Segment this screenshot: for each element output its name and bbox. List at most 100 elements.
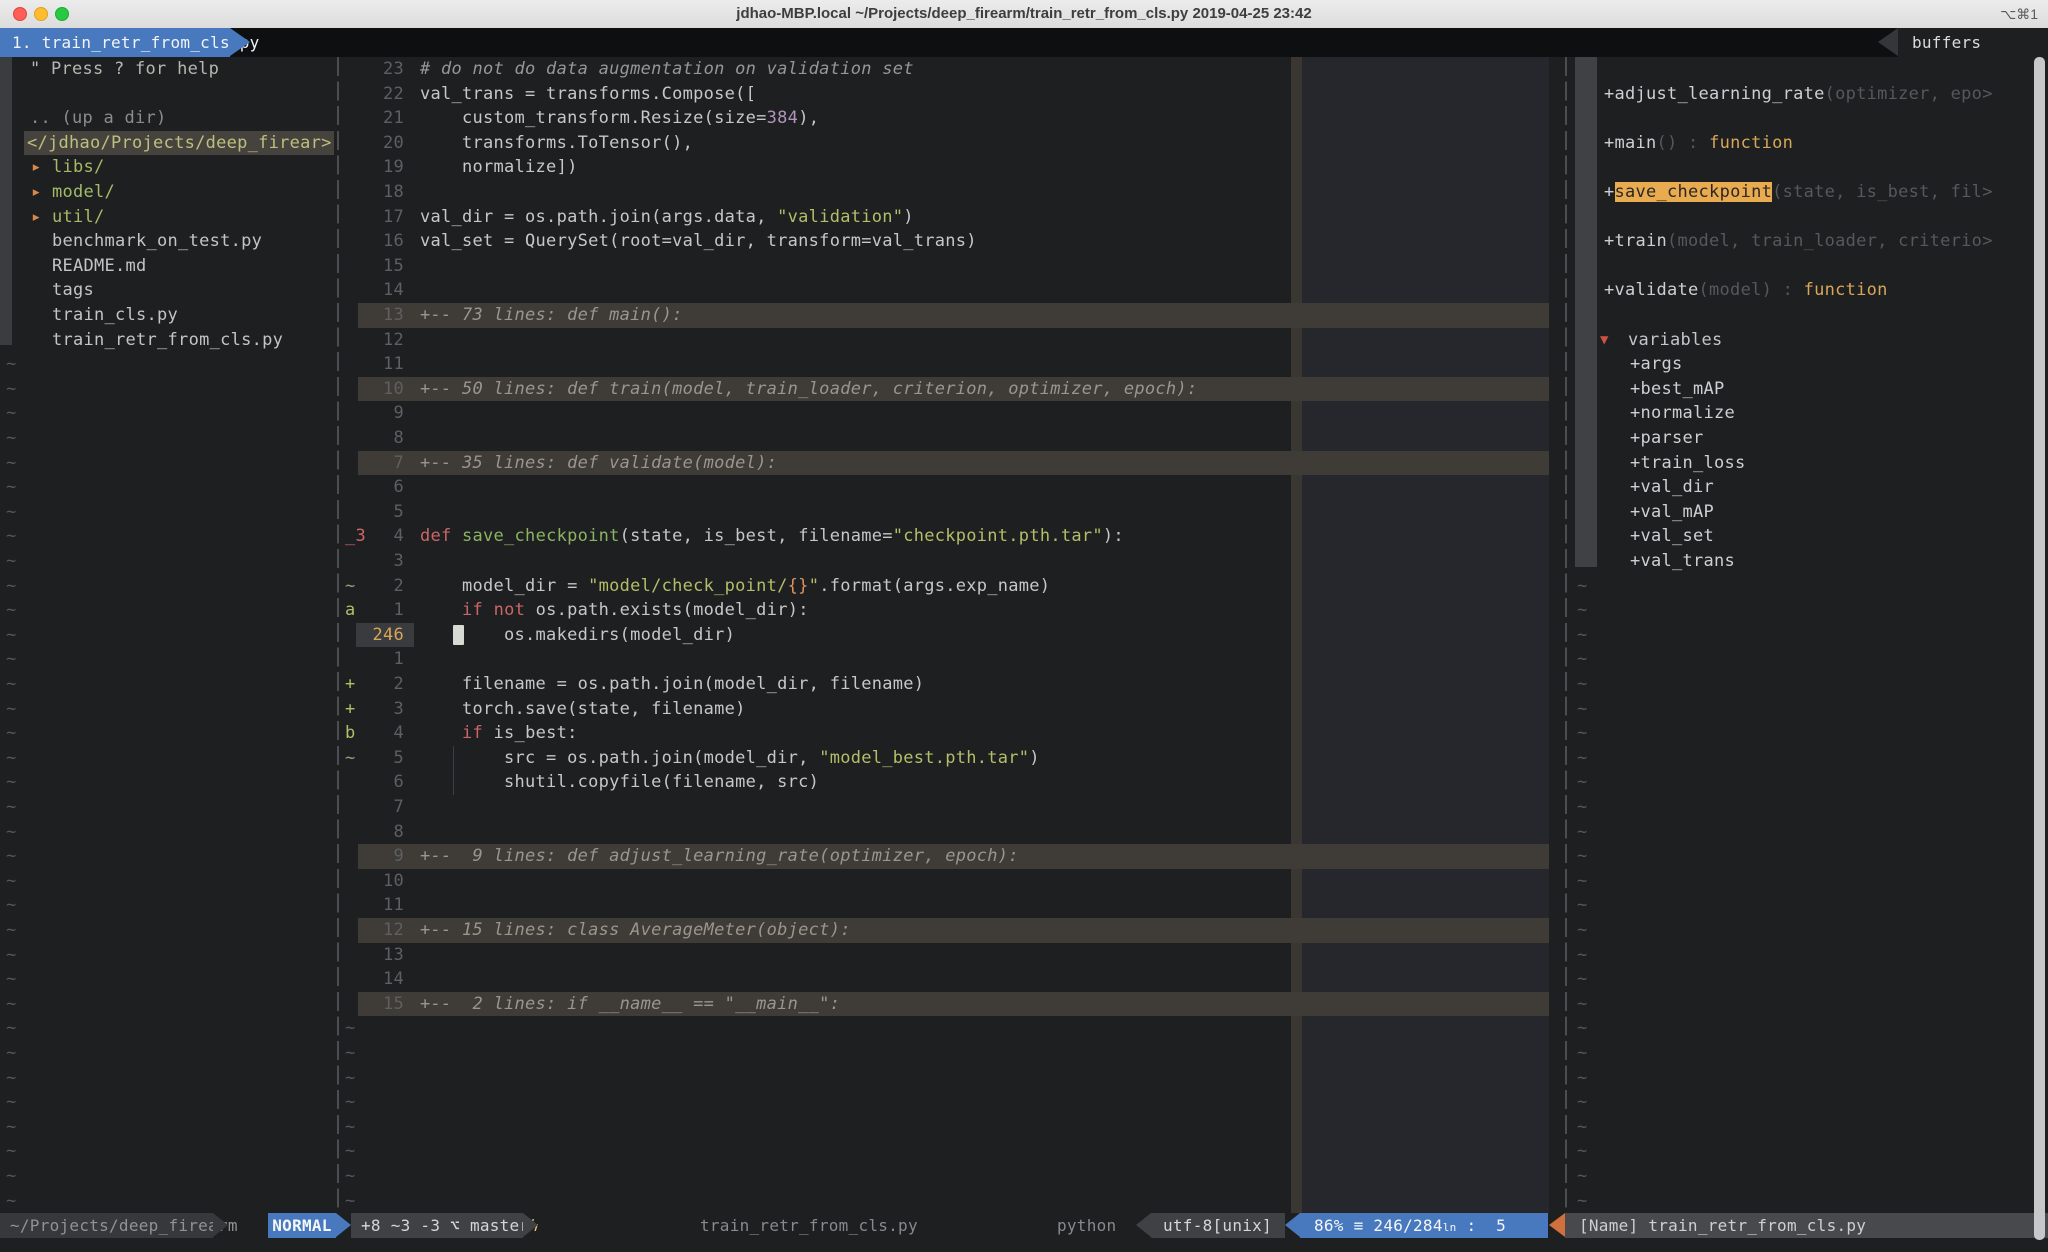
code-line[interactable]: 15 xyxy=(340,254,1564,279)
folder-chevron-icon: ▸ xyxy=(31,180,42,205)
code-line[interactable]: 9 xyxy=(340,401,1564,426)
code-line[interactable]: 22val_trans = transforms.Compose([ xyxy=(340,82,1564,107)
tag-entry[interactable]: +validate(model) : function xyxy=(1604,278,1888,303)
tagbar-item[interactable]: +main() : function xyxy=(1568,131,2048,156)
empty-line: ~ xyxy=(0,1066,336,1091)
code-line[interactable]: 10 xyxy=(340,869,1564,894)
tag-entry[interactable]: +main() : function xyxy=(1604,131,1793,156)
line-number: 21 xyxy=(356,106,404,131)
empty-line: ~ xyxy=(0,770,336,795)
code-line[interactable]: 18 xyxy=(340,180,1564,205)
code-line[interactable]: a1 if not os.path.exists(model_dir): xyxy=(340,598,1564,623)
code-line[interactable]: 14 xyxy=(340,278,1564,303)
code-line[interactable]: 23# do not do data augmentation on valid… xyxy=(340,57,1564,82)
empty-line: ~ xyxy=(0,1041,336,1066)
tagbar-kind-header[interactable]: ▼variables xyxy=(1568,328,2048,353)
code-line[interactable]: 8 xyxy=(340,426,1564,451)
code-line[interactable]: 14 xyxy=(340,967,1564,992)
code-line[interactable]: 17val_dir = os.path.join(args.data, "val… xyxy=(340,205,1564,230)
line-number: 13 xyxy=(356,943,404,968)
tagbar-item[interactable]: +parser xyxy=(1568,426,2048,451)
code-line[interactable]: _34def save_checkpoint(state, is_best, f… xyxy=(340,524,1564,549)
tagbar-item[interactable]: +adjust_learning_rate(optimizer, epo> xyxy=(1568,82,2048,107)
code-editor-window[interactable]: 23# do not do data augmentation on valid… xyxy=(340,57,1564,1213)
code-line[interactable]: 13 xyxy=(340,943,1564,968)
window-separator-right[interactable] xyxy=(1565,57,1567,1213)
code-line[interactable]: 246 os.makedirs(model_dir) xyxy=(340,623,1564,648)
empty-line: ~ xyxy=(0,1139,336,1164)
tilde-marker: ~ xyxy=(1577,697,1588,722)
code-line[interactable]: 20 transforms.ToTensor(), xyxy=(340,131,1564,156)
tagbar-item[interactable]: +val_trans xyxy=(1568,549,2048,574)
code-line[interactable]: 1 xyxy=(340,647,1564,672)
code-line[interactable]: 11 xyxy=(340,893,1564,918)
code-line[interactable]: 6 shutil.copyfile(filename, src) xyxy=(340,770,1564,795)
folded-code-line[interactable]: 12+-- 15 lines: class AverageMeter(objec… xyxy=(340,918,1564,943)
tag-entry[interactable]: +train(model, train_loader, criterio> xyxy=(1604,229,1993,254)
code-line[interactable]: b4 if is_best: xyxy=(340,721,1564,746)
empty-line: ~ xyxy=(1568,869,2048,894)
tag-entry[interactable]: +adjust_learning_rate(optimizer, epo> xyxy=(1604,82,1993,107)
tagbar-item[interactable]: +train(model, train_loader, criterio> xyxy=(1568,229,2048,254)
code-line[interactable]: 7 xyxy=(340,795,1564,820)
tagbar-item[interactable]: +val_dir xyxy=(1568,475,2048,500)
empty-line: ~ xyxy=(1568,943,2048,968)
empty-line: ~ xyxy=(1568,1066,2048,1091)
nerdtree-item[interactable]: benchmark_on_test.py xyxy=(0,229,336,254)
code-line[interactable]: 8 xyxy=(340,820,1564,845)
tagbar-item[interactable]: +save_checkpoint(state, is_best, fil> xyxy=(1568,180,2048,205)
tagbar-item[interactable]: +val_mAP xyxy=(1568,500,2048,525)
token-pln: .format(args.exp_name) xyxy=(819,576,1050,596)
code-line[interactable]: +2 filename = os.path.join(model_dir, fi… xyxy=(340,672,1564,697)
line-number: 2 xyxy=(356,574,404,599)
nerdtree-item[interactable]: </jdhao/Projects/deep_firear> xyxy=(0,131,336,156)
code-text: def save_checkpoint(state, is_best, file… xyxy=(420,524,1124,549)
folded-code-line[interactable]: 10+-- 50 lines: def train(model, train_l… xyxy=(340,377,1564,402)
tagbar-item[interactable]: +validate(model) : function xyxy=(1568,278,2048,303)
statusline: ~/Projects/deep_firearm NORMAL +8 ~3 -3 … xyxy=(0,1213,2048,1238)
nerdtree-item[interactable]: ▸util/ xyxy=(0,205,336,230)
tagbar-item[interactable]: +normalize xyxy=(1568,401,2048,426)
line-number: 3 xyxy=(356,549,404,574)
nerdtree-item[interactable]: ▸libs/ xyxy=(0,155,336,180)
token-brc: {} xyxy=(788,576,809,596)
folded-code-line[interactable]: 7+-- 35 lines: def validate(model): xyxy=(340,451,1564,476)
code-line[interactable]: 3 xyxy=(340,549,1564,574)
tilde-marker: ~ xyxy=(1577,869,1588,894)
nerdtree-item[interactable]: " Press ? for help xyxy=(0,57,336,82)
folded-code-line[interactable]: 9+-- 9 lines: def adjust_learning_rate(o… xyxy=(340,844,1564,869)
code-text: +-- 73 lines: def main(): xyxy=(420,303,683,328)
tagbar-item[interactable]: +train_loss xyxy=(1568,451,2048,476)
tab-active[interactable]: 1. train_retr_from_cls.py xyxy=(0,28,230,57)
nerdtree-item[interactable]: train_retr_from_cls.py xyxy=(0,328,336,353)
code-line[interactable]: 5 xyxy=(340,500,1564,525)
nerdtree-item[interactable]: train_cls.py xyxy=(0,303,336,328)
code-line[interactable]: 16val_set = QuerySet(root=val_dir, trans… xyxy=(340,229,1564,254)
code-line[interactable]: 6 xyxy=(340,475,1564,500)
code-line[interactable]: 12 xyxy=(340,328,1564,353)
tag-entry[interactable]: +save_checkpoint(state, is_best, fil> xyxy=(1604,180,1993,205)
code-line[interactable]: 19 normalize]) xyxy=(340,155,1564,180)
folded-code-line[interactable]: 13+-- 73 lines: def main(): xyxy=(340,303,1564,328)
tagbar-item[interactable]: +best_mAP xyxy=(1568,377,2048,402)
tagbar-item[interactable]: +val_set xyxy=(1568,524,2048,549)
code-line[interactable]: 11 xyxy=(340,352,1564,377)
right-scrollbar[interactable] xyxy=(2034,57,2045,1240)
sign-column-sign: a xyxy=(345,598,356,623)
code-line[interactable]: ~5 src = os.path.join(model_dir, "model_… xyxy=(340,746,1564,771)
tag-part-sig: (optimizer, epo xyxy=(1825,84,1983,104)
tilde-marker: ~ xyxy=(6,549,17,574)
nerdtree-item[interactable]: README.md xyxy=(0,254,336,279)
folded-code-line[interactable]: 15+-- 2 lines: if __name__ == "__main__"… xyxy=(340,992,1564,1017)
code-line[interactable]: ~2 model_dir = "model/check_point/{}".fo… xyxy=(340,574,1564,599)
nerdtree-item[interactable]: tags xyxy=(0,278,336,303)
window-separator-left[interactable] xyxy=(337,57,339,1213)
nerdtree-item[interactable]: ▸model/ xyxy=(0,180,336,205)
tilde-marker: ~ xyxy=(1577,1139,1588,1164)
code-line[interactable]: +3 torch.save(state, filename) xyxy=(340,697,1564,722)
token-kw: if xyxy=(462,723,483,743)
tag-part-hl: save_checkpoint xyxy=(1615,182,1773,202)
nerdtree-item[interactable]: .. (up a dir) xyxy=(0,106,336,131)
tagbar-item[interactable]: +args xyxy=(1568,352,2048,377)
code-line[interactable]: 21 custom_transform.Resize(size=384), xyxy=(340,106,1564,131)
